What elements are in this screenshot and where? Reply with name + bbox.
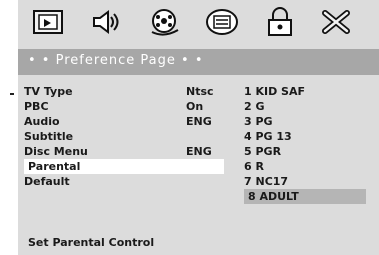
menu-item-subtitle[interactable]: Subtitle xyxy=(24,129,73,144)
osd-panel: • • Preference Page • • TV Type Ntsc PBC… xyxy=(18,0,379,255)
parental-option-4[interactable]: 4 PG 13 xyxy=(244,129,292,144)
parental-option-7[interactable]: 7 NC17 xyxy=(244,174,288,189)
video-reel-icon[interactable] xyxy=(146,6,182,38)
menu-value-audio: ENG xyxy=(186,115,212,128)
menu-item-audio[interactable]: Audio xyxy=(24,114,60,129)
parental-option-2[interactable]: 2 G xyxy=(244,99,265,114)
menu-item-pbc[interactable]: PBC xyxy=(24,99,49,114)
parental-option-5[interactable]: 5 PGR xyxy=(244,144,281,159)
parental-option-1[interactable]: 1 KID SAF xyxy=(244,84,305,99)
audio-speaker-icon[interactable] xyxy=(88,6,124,38)
parental-option-8[interactable]: 8 ADULT xyxy=(244,189,366,204)
menu-item-tv-type[interactable]: TV Type xyxy=(24,84,73,99)
menu-item-default[interactable]: Default xyxy=(24,174,70,189)
page-header: • • Preference Page • • xyxy=(18,49,379,75)
menu-value-tv-type: Ntsc xyxy=(186,85,214,98)
help-text: Set Parental Control xyxy=(28,236,155,249)
tv-setup-icon[interactable] xyxy=(30,6,66,38)
preference-box-icon[interactable] xyxy=(204,6,240,38)
password-lock-icon[interactable] xyxy=(262,6,298,38)
parental-option-6[interactable]: 6 R xyxy=(244,159,264,174)
icon-bar xyxy=(18,0,379,46)
menu-value-disc-menu: ENG xyxy=(186,145,212,158)
menu-item-parental[interactable]: Parental xyxy=(24,159,224,174)
settings-menu: TV Type Ntsc PBC On Audio ENG Subtitle D… xyxy=(18,84,379,224)
menu-value-pbc: On xyxy=(186,100,204,113)
edge-mark xyxy=(10,93,14,95)
parental-option-3[interactable]: 3 PG xyxy=(244,114,273,129)
help-bar: Set Parental Control xyxy=(18,232,379,255)
menu-item-disc-menu[interactable]: Disc Menu xyxy=(24,144,88,159)
exit-x-icon[interactable] xyxy=(318,6,354,38)
page-title: • • Preference Page • • xyxy=(28,53,204,68)
